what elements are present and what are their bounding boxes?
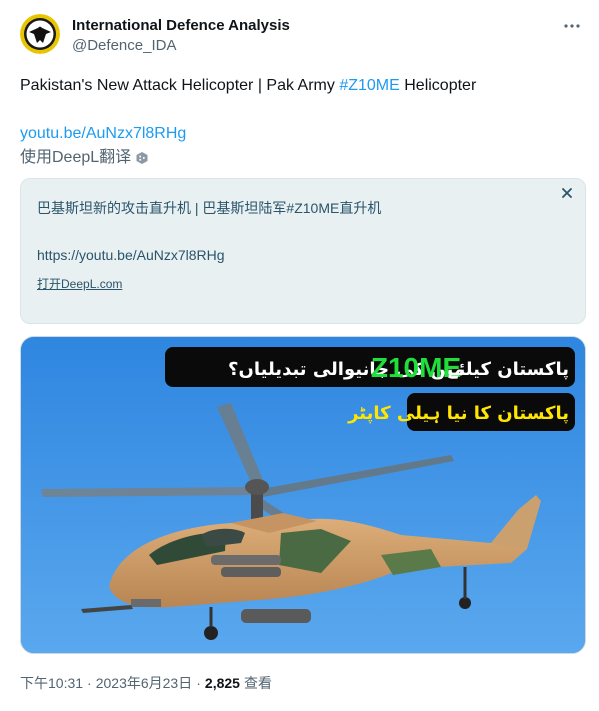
author-name[interactable]: International Defence Analysis [72,17,290,35]
translate-label: 使用DeepL翻译 [20,149,132,166]
meta-separator: · [87,675,92,691]
translation-link[interactable]: https://youtu.be/AuNzx7l8RHg [37,246,225,264]
avatar[interactable] [20,14,60,54]
tweet-time[interactable]: 下午10:31 [20,674,83,692]
more-options-icon[interactable] [560,14,584,38]
view-label: 查看 [243,675,272,691]
deepl-icon [136,152,148,164]
banner-primary: میں کی جانیوالی تبدیلیاں؟ Z10ME پاکستان … [165,347,575,387]
tweet-text-end: Helicopter [399,77,477,94]
tweet-date[interactable]: 2023年6月23日 [96,674,193,692]
tweet-text-start: Pakistan's New Attack Helicopter | Pak A… [20,77,340,94]
close-icon[interactable] [559,185,575,201]
translation-text: 巴基斯坦新的攻击直升机 | 巴基斯坦陆军#Z10ME直升机 [37,200,382,216]
author-handle[interactable]: @Defence_IDA [72,37,176,55]
tweet-header: International Defence Analysis @Defence_… [20,14,586,58]
youtube-link[interactable]: youtu.be/AuNzx7l8RHg [20,124,186,144]
media-image[interactable]: میں کی جانیوالی تبدیلیاں؟ Z10ME پاکستان … [20,336,586,654]
tweet-text: Pakistan's New Attack Helicopter | Pak A… [20,76,580,96]
open-deepl-link[interactable]: 打开DeepL.com [37,276,122,292]
view-count: 2,825 [204,675,240,691]
meta-separator: · [196,675,201,691]
tweet-meta: 下午10:31 · 2023年6月23日 · 2,825 查看 [20,674,272,692]
translation-panel: 巴基斯坦新的攻击直升机 | 巴基斯坦陆军#Z10ME直升机 https://yo… [20,178,586,324]
hashtag-link[interactable]: #Z10ME [339,77,399,94]
translate-button[interactable]: 使用DeepL翻译 [20,148,149,168]
banner2-urdu: پاکستان کا نیا ہیلی کاپٹر [347,403,569,424]
banner-urdu-left: پاکستان کیلئے [448,359,569,380]
